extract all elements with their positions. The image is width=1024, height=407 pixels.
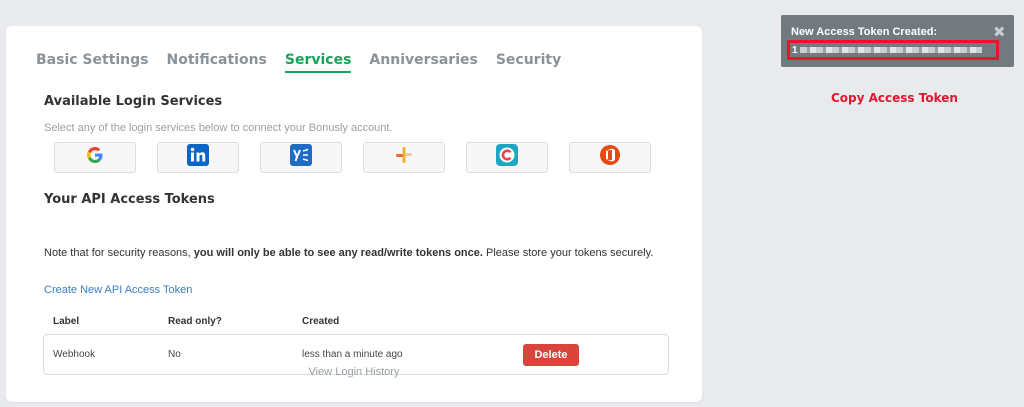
view-login-history-link[interactable]: View Login History [6,366,702,378]
security-note-prefix: Note that for security reasons, [44,247,194,259]
office365-icon [599,144,621,171]
linkedin-login-button[interactable] [157,142,239,173]
citrix-login-button[interactable] [466,142,548,173]
tab-notifications[interactable]: Notifications [167,52,267,73]
api-tokens-heading: Your API Access Tokens [44,192,215,207]
token-read-only: No [168,349,181,360]
token-label: Webhook [53,349,96,360]
delete-token-button[interactable]: Delete [523,344,579,366]
google-login-button[interactable] [54,142,136,173]
security-note-bold: you will only be able to see any read/wr… [193,247,483,259]
security-note: Note that for security reasons, you will… [44,245,654,261]
tab-security[interactable]: Security [496,52,561,73]
token-redacted [799,47,982,53]
linkedin-icon [187,144,209,171]
create-token-link[interactable]: Create New API Access Token [44,284,192,296]
column-header-read-only: Read only? [168,316,222,327]
tab-basic-settings[interactable]: Basic Settings [36,52,149,73]
access-token-value[interactable]: 1 [787,40,999,60]
office365-login-button[interactable] [569,142,651,173]
column-header-label: Label [53,316,80,327]
toast-title: New Access Token Created: [791,26,938,38]
close-icon[interactable]: ✖ [993,23,1006,41]
login-services-heading: Available Login Services [44,94,223,109]
settings-tabs: Basic Settings Notifications Services An… [36,52,561,73]
tab-services[interactable]: Services [284,52,352,73]
yammer-login-button[interactable] [260,142,342,173]
token-created: less than a minute ago [302,349,403,360]
token-created-toast: New Access Token Created: ✖ 1 [781,15,1014,67]
slack-login-button[interactable] [363,142,445,173]
column-header-created: Created [302,316,340,327]
login-services-subtext: Select any of the login services below t… [44,122,393,134]
security-note-suffix: Please store your tokens securely. [482,247,654,259]
login-services-list [54,142,651,173]
tab-anniversaries[interactable]: Anniversaries [369,52,477,73]
token-visible-text: 1 [792,44,798,56]
slack-icon [394,145,414,170]
copy-token-annotation: Copy Access Token [831,91,958,105]
yammer-icon [290,144,312,171]
google-icon [86,146,104,169]
settings-card: Basic Settings Notifications Services An… [6,26,702,402]
citrix-icon [496,144,518,171]
